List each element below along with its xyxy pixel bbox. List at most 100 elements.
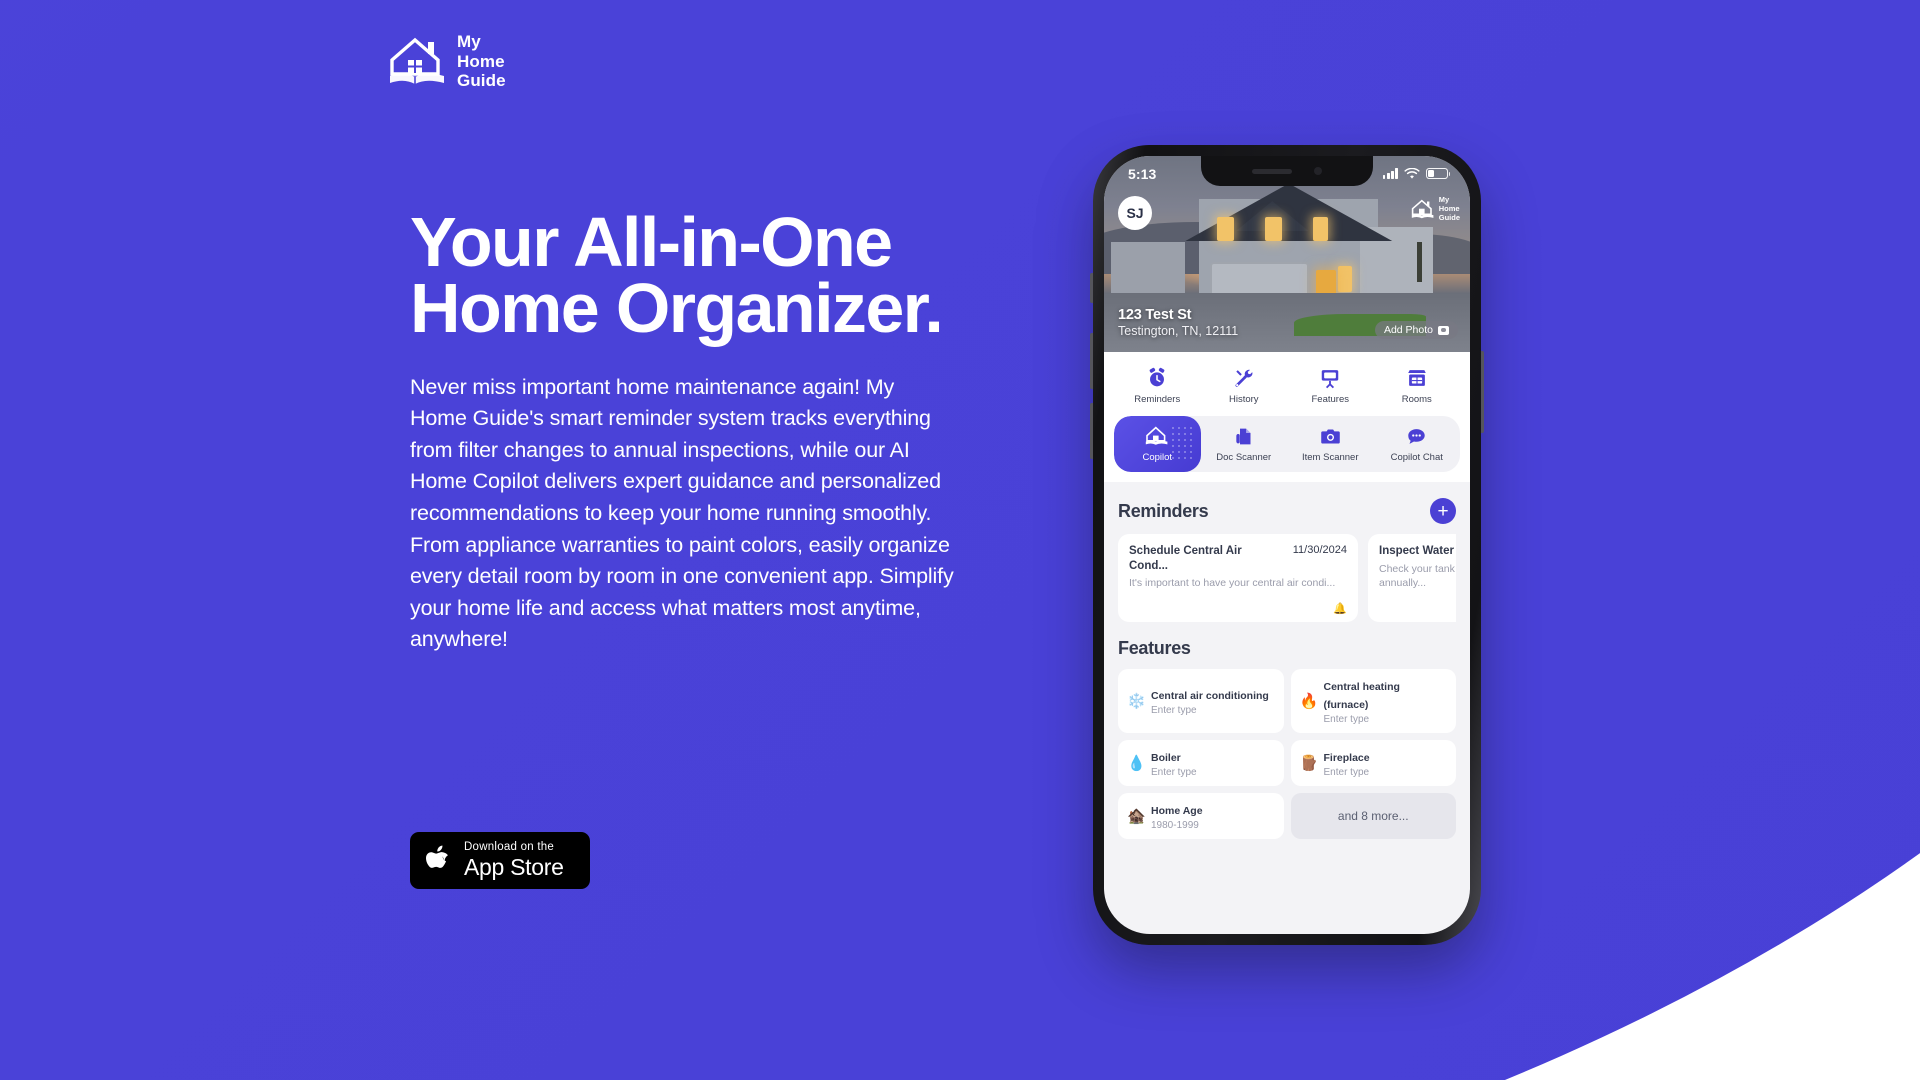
nav-item-rooms[interactable]: Rooms <box>1374 361 1461 410</box>
features-title: Features <box>1118 638 1191 659</box>
reminders-header: Reminders + <box>1118 498 1456 525</box>
reminder-card[interactable]: Inspect Water Heater 1 Check your tank s… <box>1368 534 1456 623</box>
feature-item[interactable]: 🏚️ Home Age 1980-1999 <box>1118 793 1284 840</box>
apple-icon <box>426 845 448 868</box>
nav-item-copilot-chat[interactable]: Copilot Chat <box>1374 416 1461 472</box>
feature-text: Boiler Enter type <box>1151 748 1197 778</box>
feature-value: Enter type <box>1151 705 1197 717</box>
feature-value: Enter type <box>1151 767 1197 779</box>
window-2 <box>1265 216 1283 241</box>
house-book-logo-icon <box>390 37 444 84</box>
address-city-state: Testington, TN, 12111 <box>1118 324 1239 338</box>
feature-name: Central air conditioning <box>1151 690 1269 703</box>
feature-name: Fireplace <box>1323 752 1370 765</box>
add-photo-button[interactable]: Add Photo <box>1374 321 1458 339</box>
avatar[interactable]: SJ <box>1118 196 1152 230</box>
feature-text: Central air conditioning Enter type <box>1151 686 1269 716</box>
nav-secondary-row: Copilot Doc Scanner Item Scanner Copilot… <box>1114 416 1461 473</box>
reminder-description: Check your tank storage water heater ann… <box>1379 562 1456 589</box>
avatar-initials: SJ <box>1126 205 1144 221</box>
tree <box>1417 242 1423 283</box>
reminder-top: Schedule Central Air Cond... 11/30/2024 <box>1129 544 1347 573</box>
app-logo-badge: My Home Guide <box>1411 195 1460 223</box>
features-header: Features <box>1118 638 1456 659</box>
feature-item[interactable]: 🪵 Fireplace Enter type <box>1290 740 1456 787</box>
app-logo-wordmark: My Home Guide <box>1438 195 1460 223</box>
feature-item[interactable]: ❄️ Central air conditioning Enter type <box>1118 669 1284 734</box>
hero-copy: Your All-in-One Home Organizer. Never mi… <box>410 207 955 656</box>
log-icon: 🪵 <box>1299 754 1319 772</box>
status-time: 5:13 <box>1128 165 1157 182</box>
status-indicators <box>1382 167 1451 180</box>
reminder-card[interactable]: Schedule Central Air Cond... 11/30/2024 … <box>1118 534 1358 623</box>
battery-low-icon <box>1426 168 1451 179</box>
phone-screen: 5:13 SJ My Home Guide 123 Test St Testin… <box>1104 156 1470 934</box>
building-icon <box>1405 366 1429 390</box>
camera-icon <box>1318 424 1342 448</box>
hero-paragraph: Never miss important home maintenance ag… <box>410 374 954 652</box>
snowflake-icon: ❄️ <box>1127 692 1146 710</box>
nav-item-item-scanner[interactable]: Item Scanner <box>1287 416 1374 472</box>
add-photo-label: Add Photo <box>1383 324 1433 336</box>
app-store-title: App Store <box>464 854 564 881</box>
nav-item-features[interactable]: Features <box>1287 361 1374 410</box>
app-store-button[interactable]: Download on the App Store <box>410 832 590 889</box>
logo-line-1: My <box>457 32 481 51</box>
add-reminder-button[interactable]: + <box>1430 498 1456 525</box>
phone-volume-up-button <box>1090 333 1093 389</box>
feature-name: Central heating (furnace) <box>1323 681 1400 712</box>
nav-label: Rooms <box>1401 394 1432 405</box>
reminder-top: Inspect Water Heater 1 <box>1379 544 1456 558</box>
feature-value: Enter type <box>1323 767 1370 779</box>
nav-label: History <box>1228 394 1259 405</box>
features-more-button[interactable]: and 8 more... <box>1290 793 1456 840</box>
feature-text: Central heating (furnace) Enter type <box>1324 677 1448 725</box>
nav-item-reminders[interactable]: Reminders <box>1114 361 1201 410</box>
nav-item-doc-scanner[interactable]: Doc Scanner <box>1201 416 1288 472</box>
house-book-logo-icon <box>1411 199 1434 219</box>
logo-wordmark: My Home Guide <box>457 32 506 91</box>
reminders-list[interactable]: Schedule Central Air Cond... 11/30/2024 … <box>1118 534 1456 623</box>
alarm-clock-icon <box>1145 366 1169 390</box>
feature-name: Boiler <box>1151 752 1181 765</box>
window-3 <box>1312 216 1328 241</box>
feature-text: Home Age 1980-1999 <box>1151 801 1203 831</box>
phone-volume-down-button <box>1090 403 1093 459</box>
nav-label: Features <box>1311 394 1350 405</box>
wifi-icon <box>1404 167 1420 179</box>
purple-curve-shape <box>0 0 1920 1080</box>
phone-mockup: 5:13 SJ My Home Guide 123 Test St Testin… <box>1090 145 1484 945</box>
chat-bubble-icon <box>1405 424 1429 448</box>
features-grid: ❄️ Central air conditioning Enter type 🔥… <box>1118 669 1456 840</box>
site-logo[interactable]: My Home Guide <box>388 32 506 91</box>
phone-power-button <box>1481 351 1484 433</box>
reminder-description: It's important to have your central air … <box>1129 577 1336 590</box>
feature-value: 1980-1999 <box>1151 820 1199 832</box>
camera-icon <box>1438 325 1449 335</box>
property-address: 123 Test St Testington, TN, 12111 <box>1118 307 1238 338</box>
app-store-text: Download on the App Store <box>464 840 564 881</box>
nav-item-copilot[interactable]: Copilot <box>1114 416 1201 473</box>
nav-primary-row: Reminders History Features Rooms <box>1114 361 1460 410</box>
reminders-section: Reminders + Schedule Central Air Cond...… <box>1104 482 1470 623</box>
app-store-subtitle: Download on the <box>464 840 555 853</box>
reminders-title: Reminders <box>1118 500 1209 521</box>
feature-item[interactable]: 💧 Boiler Enter type <box>1118 740 1284 787</box>
window-1 <box>1217 216 1235 241</box>
logo-line-2: Home <box>457 51 505 71</box>
fire-icon: 🔥 <box>1299 692 1319 710</box>
nav-label: Doc Scanner <box>1216 452 1272 464</box>
reminder-title: Schedule Central Air Cond... <box>1129 545 1242 572</box>
document-scan-icon <box>1232 424 1256 448</box>
house-book-icon <box>1145 424 1169 448</box>
decorative-dots <box>1169 425 1194 464</box>
tools-icon <box>1232 366 1256 390</box>
feature-item[interactable]: 🔥 Central heating (furnace) Enter type <box>1290 669 1456 734</box>
badge-line-3: Guide <box>1438 212 1460 222</box>
water-drop-icon: 💧 <box>1127 754 1146 772</box>
old-house-icon: 🏚️ <box>1127 807 1146 825</box>
address-street: 123 Test St <box>1118 307 1192 323</box>
nav-item-history[interactable]: History <box>1201 361 1288 410</box>
logo-line-3: Guide <box>457 71 506 91</box>
nav-label: Item Scanner <box>1302 452 1359 464</box>
